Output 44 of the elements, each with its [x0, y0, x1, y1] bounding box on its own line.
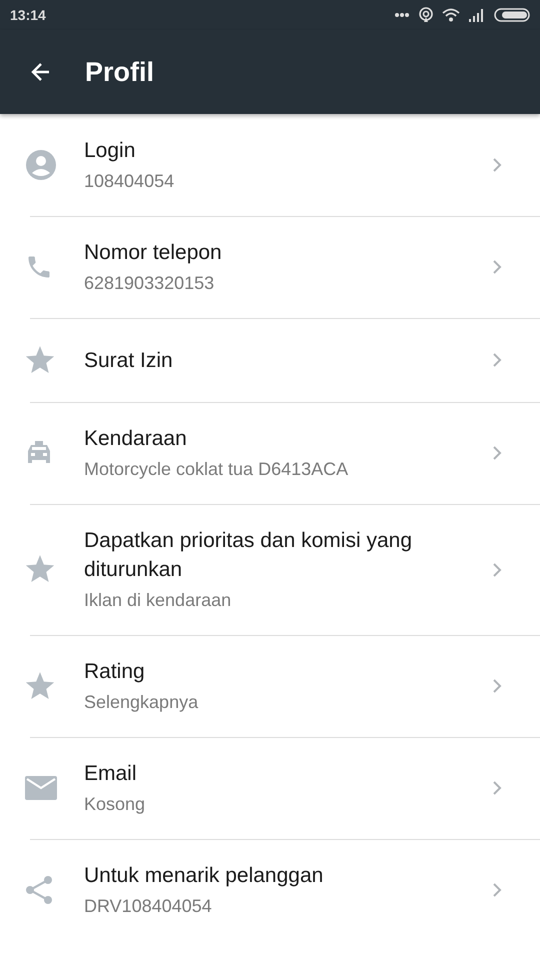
hotspot-icon [418, 7, 434, 23]
item-value: DRV108404054 [84, 895, 213, 918]
item-value: Motorcycle coklat tua D6413ACA [84, 458, 350, 481]
chevron-right-icon [492, 780, 502, 796]
profile-list-item[interactable]: Nomor telepon 6281903320153 [0, 216, 540, 318]
share-icon [25, 875, 53, 905]
item-title: Login [84, 138, 136, 164]
battery-icon [494, 8, 530, 22]
star-icon [25, 555, 55, 584]
profile-list-item[interactable]: Untuk menarik pelanggan DRV108404054 [0, 839, 540, 941]
screen-title: Profil [85, 56, 154, 88]
item-title: Dapatkan prioritas dan komisi yang diturunkan [84, 528, 414, 583]
profile-list-item[interactable]: Dapatkan prioritas dan komisi yang diturunkan Iklan di kendaraan [0, 504, 540, 635]
chevron-right-icon [492, 259, 502, 275]
item-title: Rating [84, 659, 146, 685]
chevron-right-icon [492, 882, 502, 898]
chevron-right-icon [492, 678, 502, 694]
chevron-right-icon [492, 157, 502, 173]
person-icon [25, 149, 57, 181]
chevron-right-icon [492, 445, 502, 461]
item-title: Nomor telepon [84, 240, 223, 266]
profile-list-item[interactable]: Kendaraan Motorcycle coklat tua D6413ACA [0, 402, 540, 504]
clock-time: 13:14 [10, 7, 46, 23]
profile-list-item[interactable]: Rating Selengkapnya [0, 635, 540, 737]
profile-list-item[interactable]: Login 108404054 [0, 114, 540, 216]
item-value: 108404054 [84, 170, 176, 193]
mail-icon [25, 776, 57, 800]
star-icon [25, 346, 55, 374]
wifi-icon [442, 8, 460, 22]
item-value: Iklan di kendaraan [84, 589, 232, 612]
more-icon [394, 12, 410, 18]
star-icon [25, 672, 55, 700]
item-title: Untuk menarik pelanggan [84, 863, 324, 889]
chevron-right-icon [492, 352, 502, 368]
item-title: Email [84, 761, 138, 787]
item-value: Selengkapnya [84, 691, 200, 714]
profile-list-item[interactable]: Surat Izin [0, 318, 540, 402]
item-title: Kendaraan [84, 426, 188, 452]
item-value: 6281903320153 [84, 272, 216, 295]
signal-icon [468, 8, 486, 22]
item-title: Surat Izin [84, 348, 174, 374]
profile-list-item[interactable]: Email Kosong [0, 737, 540, 839]
item-value: Kosong [84, 793, 146, 816]
chevron-right-icon [492, 562, 502, 578]
